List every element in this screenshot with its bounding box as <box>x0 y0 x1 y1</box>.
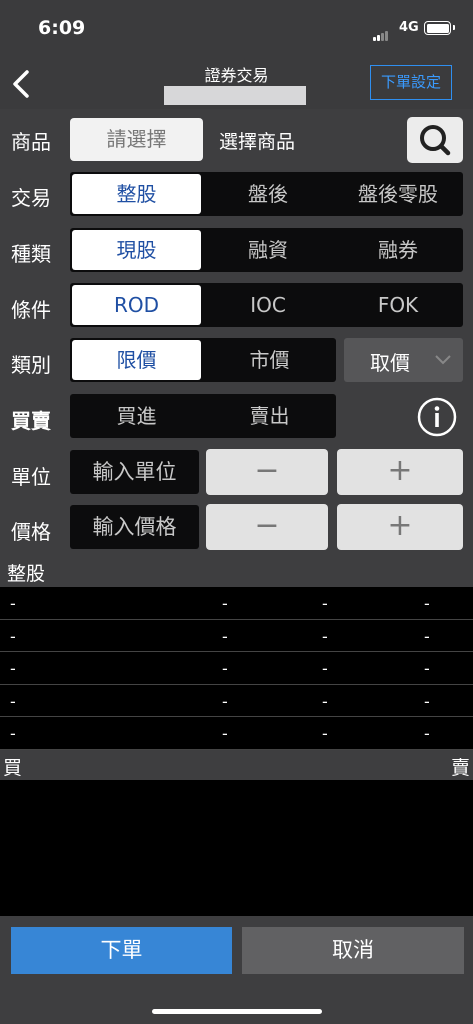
price-increment-button[interactable]: + <box>337 504 463 550</box>
account-placeholder-bar <box>164 86 306 105</box>
cancel-button[interactable]: 取消 <box>242 927 464 974</box>
category-segment: 限價 市價 <box>70 338 336 382</box>
quote-cell: - <box>10 594 16 613</box>
battery-icon <box>424 21 455 35</box>
kind-segment: 現股 融資 融券 <box>70 228 463 272</box>
trade-label: 交易 <box>11 186 51 210</box>
trade-option-after-hours-odd[interactable]: 盤後零股 <box>333 172 463 216</box>
price-input[interactable]: 輸入價格 <box>70 505 199 549</box>
status-bar: 6:09 4G <box>0 0 473 56</box>
price-label: 價格 <box>11 520 51 544</box>
kind-label: 種類 <box>11 242 51 266</box>
quote-table: - - - - - - - - - - - - - - - - - - - - <box>0 587 473 750</box>
quote-cell: - <box>424 594 430 613</box>
trade-segment: 整股 盤後 盤後零股 <box>70 172 463 216</box>
table-row: - - - - <box>0 652 473 685</box>
quote-cell: - <box>322 594 328 613</box>
quote-cell: - <box>322 691 328 711</box>
get-price-dropdown[interactable]: 取價 <box>344 338 463 382</box>
buy-column-label: 買 <box>3 757 23 779</box>
table-row: - - - - <box>0 620 473 653</box>
condition-label: 條件 <box>11 298 51 322</box>
side-option-buy[interactable]: 買進 <box>70 394 203 438</box>
quote-cell: - <box>10 659 16 679</box>
kind-option-short[interactable]: 融券 <box>333 228 463 272</box>
kind-option-margin[interactable]: 融資 <box>203 228 333 272</box>
side-label: 買賣 <box>11 409 51 433</box>
unit-input[interactable]: 輸入單位 <box>70 450 199 494</box>
search-button[interactable] <box>407 117 463 163</box>
quote-cell: - <box>222 626 228 646</box>
signal-icon <box>373 22 389 41</box>
condition-segment: ROD IOC FOK <box>70 283 463 327</box>
home-indicator <box>152 1009 322 1014</box>
quote-cell: - <box>322 724 328 744</box>
condition-option-rod[interactable]: ROD <box>72 285 201 325</box>
quote-cell: - <box>222 659 228 679</box>
side-segment: 買進 賣出 <box>70 394 336 438</box>
kind-option-cash[interactable]: 現股 <box>72 230 201 270</box>
table-row: - - - - <box>0 685 473 718</box>
quote-cell: - <box>222 724 228 744</box>
chevron-down-icon <box>435 355 451 365</box>
status-time: 6:09 <box>38 17 86 39</box>
trade-option-after-hours[interactable]: 盤後 <box>203 172 333 216</box>
info-icon <box>417 397 457 437</box>
trade-option-regular[interactable]: 整股 <box>72 174 201 214</box>
quote-cell: - <box>424 691 430 711</box>
side-option-sell[interactable]: 賣出 <box>203 394 336 438</box>
quote-cell: - <box>424 724 430 744</box>
quote-header-label: 整股 <box>7 563 46 585</box>
quote-cell: - <box>222 691 228 711</box>
quote-header: 整股 <box>0 556 473 587</box>
category-option-market[interactable]: 市價 <box>203 338 336 382</box>
info-button[interactable] <box>417 397 457 437</box>
price-decrement-button[interactable]: − <box>206 504 328 550</box>
condition-option-ioc[interactable]: IOC <box>203 283 333 327</box>
quote-cell: - <box>10 724 16 744</box>
quote-cell: - <box>10 691 16 711</box>
sell-column-label: 賣 <box>450 757 470 779</box>
category-label: 類別 <box>11 353 51 377</box>
get-price-label: 取價 <box>370 351 410 375</box>
condition-option-fok[interactable]: FOK <box>333 283 463 327</box>
quote-cell: - <box>10 626 16 646</box>
quote-cell: - <box>424 659 430 679</box>
action-bar: 下單 取消 <box>0 916 473 1024</box>
quote-cell: - <box>222 594 228 613</box>
nav-bar: 證券交易 下單設定 <box>0 56 473 109</box>
quote-cell: - <box>322 626 328 646</box>
unit-label: 單位 <box>11 465 51 489</box>
product-select-text: 選擇商品 <box>219 131 296 153</box>
quote-cell: - <box>424 626 430 646</box>
order-form: 商品 請選擇 選擇商品 交易 整股 盤後 盤後零股 種類 現股 融資 融券 條件… <box>0 109 473 556</box>
quote-cell: - <box>322 659 328 679</box>
order-settings-button[interactable]: 下單設定 <box>370 65 452 100</box>
search-icon <box>420 125 451 156</box>
product-select-button[interactable]: 請選擇 <box>70 118 203 161</box>
order-book-header: 買 賣 <box>0 750 473 780</box>
category-option-limit[interactable]: 限價 <box>72 340 201 380</box>
network-label: 4G <box>399 20 419 35</box>
place-order-button[interactable]: 下單 <box>11 927 232 974</box>
table-row: - - - - <box>0 587 473 620</box>
unit-increment-button[interactable]: + <box>337 449 463 495</box>
table-row: - - - - <box>0 717 473 750</box>
product-label: 商品 <box>11 130 51 154</box>
unit-decrement-button[interactable]: − <box>206 449 328 495</box>
